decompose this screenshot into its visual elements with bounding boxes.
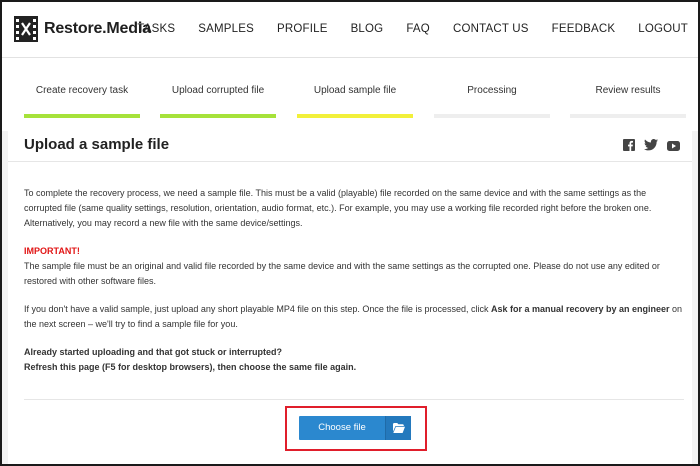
- important-label: IMPORTANT!: [24, 246, 80, 256]
- important-text: The sample file must be an original and …: [24, 261, 660, 286]
- step-bar: [297, 114, 413, 118]
- progress-steps: Create recovery task Upload corrupted fi…: [2, 59, 698, 131]
- content-divider: [24, 399, 684, 400]
- nav-tasks[interactable]: TASKS: [137, 23, 175, 35]
- step-label: Upload sample file: [313, 85, 397, 96]
- logo[interactable]: Restore.Media: [14, 16, 151, 42]
- site-header: Restore.Media TASKS SAMPLES PROFILE BLOG…: [2, 2, 698, 58]
- social-links: [614, 138, 680, 156]
- nav-blog[interactable]: BLOG: [351, 23, 384, 35]
- step-create-recovery-task: Create recovery task: [24, 59, 140, 131]
- main-nav: TASKS SAMPLES PROFILE BLOG FAQ CONTACT U…: [137, 23, 688, 35]
- step-processing: Processing: [434, 59, 550, 131]
- nav-faq[interactable]: FAQ: [406, 23, 430, 35]
- step-bar: [24, 114, 140, 118]
- fallback-text-start: If you don't have a valid sample, just u…: [24, 304, 491, 314]
- step-bar: [434, 114, 550, 118]
- step-label: Review results: [595, 85, 661, 96]
- stuck-instruction: Refresh this page (F5 for desktop browse…: [24, 362, 357, 372]
- step-label: Upload corrupted file: [171, 85, 265, 96]
- facebook-icon[interactable]: [623, 138, 635, 156]
- choose-file-label: Choose file: [318, 422, 366, 433]
- stuck-question: Already started uploading and that got s…: [24, 347, 283, 357]
- instructions: To complete the recovery process, we nee…: [24, 186, 684, 388]
- nav-samples[interactable]: SAMPLES: [198, 23, 254, 35]
- choose-file-button[interactable]: Choose file: [299, 416, 411, 440]
- youtube-icon[interactable]: [667, 138, 680, 156]
- nav-logout[interactable]: LOGOUT: [638, 23, 688, 35]
- manual-recovery-text: Ask for a manual recovery by an engineer: [490, 304, 670, 314]
- page-title: Upload a sample file: [24, 136, 170, 153]
- step-bar: [160, 114, 276, 118]
- important-paragraph: IMPORTANT! The sample file must be an or…: [24, 244, 684, 289]
- step-label: Create recovery task: [35, 85, 129, 96]
- intro-paragraph: To complete the recovery process, we nee…: [24, 188, 652, 228]
- step-review-results: Review results: [570, 59, 686, 131]
- step-upload-corrupted-file: Upload corrupted file: [160, 59, 276, 131]
- fallback-paragraph: If you don't have a valid sample, just u…: [24, 302, 684, 332]
- title-divider: [8, 161, 692, 162]
- nav-profile[interactable]: PROFILE: [277, 23, 328, 35]
- twitter-icon[interactable]: [644, 138, 658, 156]
- folder-open-icon: [385, 416, 411, 440]
- step-upload-sample-file: Upload sample file: [297, 59, 413, 131]
- app-window: Restore.Media TASKS SAMPLES PROFILE BLOG…: [0, 0, 700, 466]
- nav-feedback[interactable]: FEEDBACK: [552, 23, 616, 35]
- stuck-paragraph: Already started uploading and that got s…: [24, 345, 684, 375]
- logo-text: Restore.Media: [44, 20, 151, 37]
- nav-contact-us[interactable]: CONTACT US: [453, 23, 529, 35]
- step-label: Processing: [467, 85, 517, 96]
- step-bar: [570, 114, 686, 118]
- film-logo-icon: [14, 16, 38, 42]
